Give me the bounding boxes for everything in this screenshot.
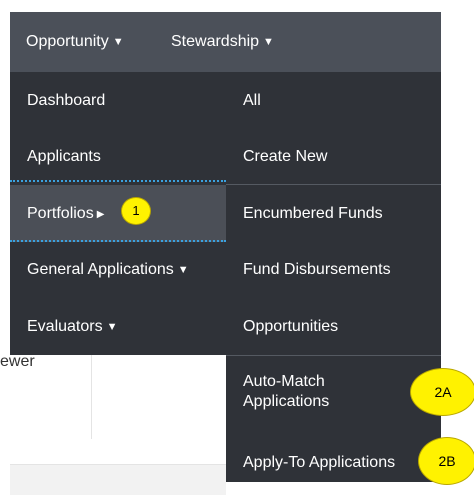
nav-stewardship[interactable]: Stewardship ▼ [171,12,274,72]
menu-item-label: Applicants [27,148,101,165]
nav-stewardship-label: Stewardship [171,33,260,50]
submenu-item-fund-disbursements[interactable]: Fund Disbursements [226,241,441,298]
submenu-item-auto-match-applications[interactable]: Auto-Match Applications [226,365,441,432]
submenu-item-opportunities[interactable]: Opportunities [226,298,441,355]
background-divider [91,354,92,439]
submenu-item-label: Opportunities [243,318,339,335]
nav-opportunity[interactable]: Opportunity ▼ [26,12,124,72]
menu-item-label: Dashboard [27,92,106,109]
submenu-separator [226,355,441,356]
submenu-item-label: Encumbered Funds [243,205,383,222]
callout-2b: 2B [418,437,474,485]
highlight-dotted-line-top [10,180,226,182]
highlight-dotted-line-bottom [10,240,226,242]
submenu-separator [226,184,441,185]
submenu-item-label: All [243,92,261,109]
background-partial-text: ewer [0,353,35,370]
submenu-item-create-new[interactable]: Create New [226,128,441,185]
callout-1: 1 [121,197,151,225]
menu-item-label: Portfolios [27,205,94,222]
top-nav-bar: Opportunity ▼ Stewardship ▼ [10,12,441,72]
submenu-item-label: Fund Disbursements [243,261,391,278]
submenu-item-label: Create New [243,148,328,165]
menu-item-evaluators[interactable]: Evaluators ▼ [10,298,236,355]
callout-2a: 2A [410,368,474,416]
caret-down-icon: ▼ [106,321,118,333]
caret-down-icon: ▼ [263,36,274,48]
caret-down-icon: ▼ [177,264,189,276]
caret-down-icon: ▼ [112,36,124,48]
menu-item-general-applications[interactable]: General Applications ▼ [10,241,236,298]
portfolios-submenu: All Create New Encumbered Funds Fund Dis… [226,72,441,482]
nav-opportunity-label: Opportunity [26,33,109,50]
menu-item-label: General Applications [27,261,174,278]
menu-item-label: Evaluators [27,318,103,335]
submenu-arrow-icon: ▶ [96,209,105,220]
submenu-item-encumbered-funds[interactable]: Encumbered Funds [226,185,441,242]
background-band [10,465,226,495]
menu-item-dashboard[interactable]: Dashboard [10,72,236,129]
submenu-item-all[interactable]: All [226,72,441,129]
submenu-item-apply-to-applications[interactable]: Apply-To Applications [226,434,441,491]
submenu-item-label: Apply-To Applications [243,454,396,471]
menu-item-applicants[interactable]: Applicants [10,128,236,185]
